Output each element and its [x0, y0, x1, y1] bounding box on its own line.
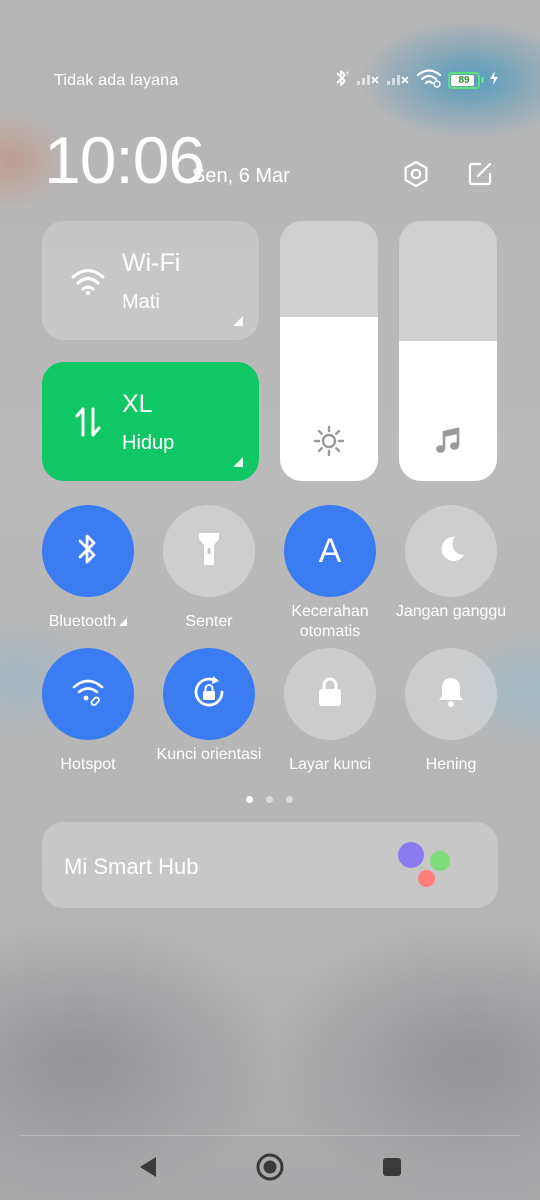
auto-brightness-toggle[interactable]: A [284, 505, 376, 597]
battery-level: 89 [458, 74, 470, 86]
expand-corner-icon[interactable] [233, 457, 243, 467]
svg-text:+: + [345, 70, 350, 77]
mobile-data-title: XL [122, 390, 153, 418]
charging-icon [490, 70, 498, 90]
mobile-data-tile[interactable]: XL Hidup [42, 362, 259, 481]
hotspot-toggle[interactable] [42, 648, 134, 740]
expand-corner-icon[interactable] [233, 316, 243, 326]
smart-hub-logo-icon [398, 842, 458, 892]
page-indicator [266, 796, 273, 803]
battery-icon: 89 [448, 71, 484, 89]
rotation-lock-toggle[interactable] [163, 648, 255, 740]
brightness-slider[interactable] [280, 221, 378, 481]
recents-icon[interactable] [372, 1147, 412, 1187]
toggle-label: Hotspot [60, 756, 116, 773]
wifi-icon [70, 263, 106, 299]
moon-icon [435, 533, 467, 570]
clock: 10:06 [44, 123, 205, 197]
bell-icon [436, 675, 466, 714]
wifi-tile[interactable]: Wi-Fi Mati [42, 221, 259, 340]
toggle-label: Bluetooth [23, 612, 153, 632]
date: Sen, 6 Mar [192, 165, 290, 187]
edit-icon[interactable] [462, 156, 498, 192]
wifi-title: Wi-Fi [122, 249, 181, 277]
mi-smart-hub-label: Mi Smart Hub [64, 854, 199, 879]
nav-divider [20, 1135, 520, 1136]
silent-toggle[interactable] [405, 648, 497, 740]
wifi-status: Mati [122, 291, 160, 313]
toggle-label: Jangan ganggu [395, 603, 507, 620]
bluetooth-icon [75, 532, 101, 571]
sun-icon [280, 421, 378, 461]
toggle-label: Hening [425, 756, 477, 773]
page-indicator-active [246, 796, 253, 803]
volume-slider[interactable] [399, 221, 497, 481]
mobile-data-status: Hidup [122, 432, 175, 454]
dnd-toggle[interactable] [405, 505, 497, 597]
lock-screen-toggle[interactable] [284, 648, 376, 740]
toggle-label: Kunci orientasi [156, 746, 262, 763]
auto-brightness-icon: A [318, 531, 342, 570]
bluetooth-toggle[interactable] [42, 505, 134, 597]
mi-smart-hub-card[interactable]: Mi Smart Hub [42, 822, 498, 908]
flashlight-toggle[interactable] [163, 505, 255, 597]
toggle-label: Kecerahan otomatis [291, 603, 369, 640]
flashlight-icon [196, 530, 222, 573]
lock-icon [316, 676, 344, 713]
data-transfer-icon [70, 404, 106, 440]
signal-no-service-icon [356, 70, 380, 91]
settings-icon[interactable] [398, 156, 434, 192]
expand-corner-icon [119, 618, 128, 626]
wifi-icon [416, 68, 442, 93]
signal-no-service-icon [386, 70, 410, 91]
home-icon[interactable] [250, 1147, 290, 1187]
toggle-label: Senter [185, 613, 233, 630]
hotspot-icon [70, 677, 106, 712]
music-note-icon [399, 421, 497, 461]
carrier-status: Tidak ada layana [54, 72, 179, 89]
bluetooth-icon: + [334, 68, 350, 93]
page-indicator [286, 796, 293, 803]
back-icon[interactable] [128, 1147, 168, 1187]
toggle-label: Layar kunci [289, 756, 371, 773]
status-icons: + 89 [334, 68, 498, 92]
rotation-lock-icon [189, 672, 229, 717]
